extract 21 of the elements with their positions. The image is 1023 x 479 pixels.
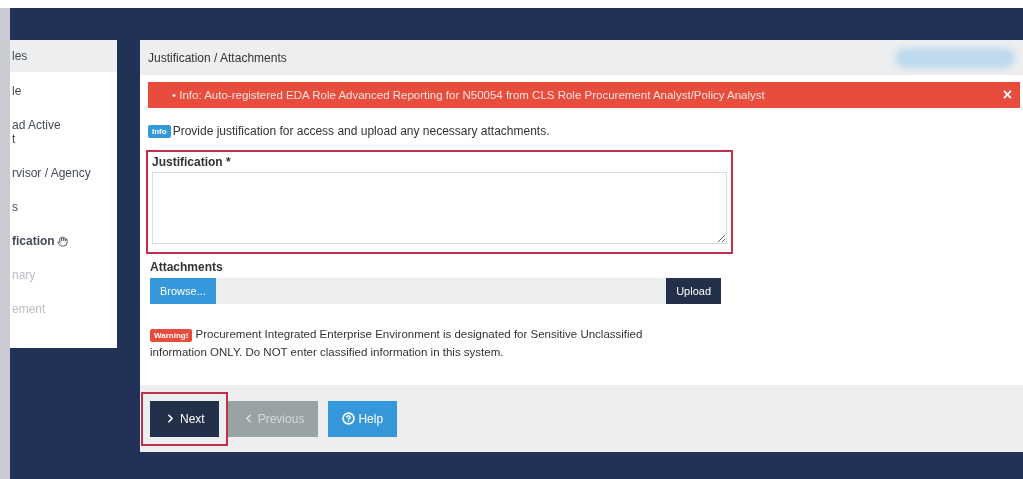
info-badge: Info bbox=[148, 124, 171, 138]
file-field[interactable]: Browse... Upload bbox=[150, 278, 721, 304]
sidebar-item[interactable]: le bbox=[10, 78, 117, 104]
info-text: Provide justification for access and upload any necessary attachments. bbox=[172, 124, 550, 138]
warning-text: Warning! Procurement Integrated Enterprise Environment is designated for Sensitive Unclassified information ONLY. Do NOT enter classified information in this system. bbox=[150, 327, 644, 360]
sidebar-item[interactable]: fication bbox=[10, 228, 117, 254]
field-label: Justification * bbox=[152, 155, 232, 169]
sidebar-item[interactable]: s bbox=[10, 194, 117, 220]
sidebar-item[interactable]: ad Active t bbox=[10, 112, 117, 152]
panel-title: Justification / Attachments bbox=[148, 50, 287, 65]
warning-badge: Warning! bbox=[150, 329, 193, 342]
next-button[interactable]: Next bbox=[150, 400, 219, 437]
help-icon bbox=[342, 412, 356, 425]
sidebar-item[interactable]: rvisor / Agency bbox=[10, 160, 117, 186]
field-label: Attachments bbox=[150, 260, 224, 274]
upload-button[interactable]: Upload bbox=[666, 278, 721, 304]
hand-icon bbox=[56, 235, 68, 247]
close-button[interactable]: × bbox=[1002, 86, 1012, 104]
alert-text: • Info: Auto-registered EDA Role Advanced Reporting for N50054 from CLS Role Procurement Analyst/Policy Analyst bbox=[172, 89, 765, 101]
sidebar-header: les bbox=[10, 40, 117, 72]
justification-field[interactable] bbox=[152, 172, 727, 244]
